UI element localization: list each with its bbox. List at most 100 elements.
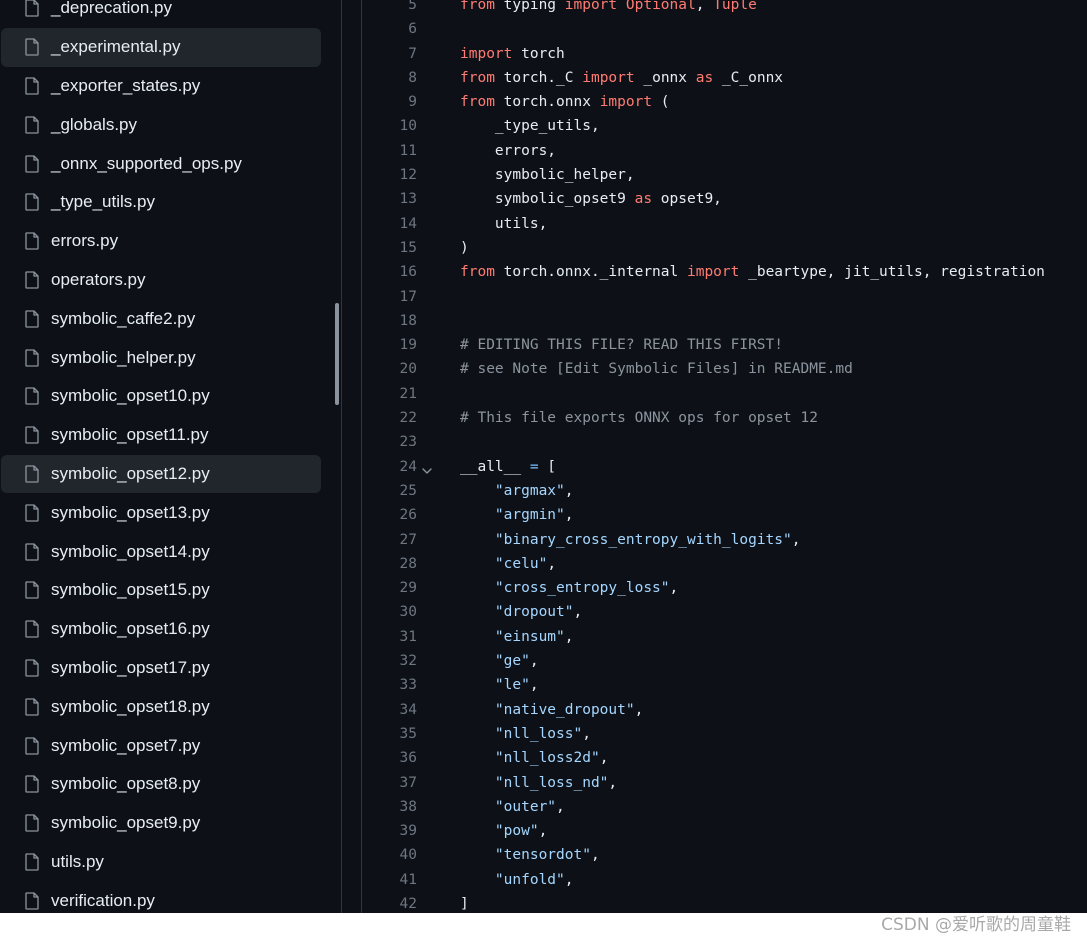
file-item[interactable]: _deprecation.py [1, 0, 321, 28]
line-number[interactable]: 13 [362, 187, 417, 211]
line-number[interactable]: 18 [362, 309, 417, 333]
line-number[interactable]: 14 [362, 212, 417, 236]
line-number[interactable]: 32 [362, 649, 417, 673]
code-token: "argmax" [494, 482, 565, 499]
file-icon [25, 232, 39, 250]
file-item[interactable]: symbolic_caffe2.py [1, 299, 321, 338]
file-item[interactable]: _type_utils.py [1, 183, 321, 222]
file-item[interactable]: symbolic_helper.py [1, 338, 321, 377]
line-number[interactable]: 10 [362, 114, 417, 138]
line-number[interactable]: 42 [362, 892, 417, 913]
line-number[interactable]: 33 [362, 673, 417, 697]
file-item[interactable]: symbolic_opset7.py [1, 726, 321, 765]
file-name: _globals.py [51, 114, 138, 134]
code-token: "ge" [494, 653, 530, 670]
line-number[interactable]: 11 [362, 139, 417, 163]
line-number[interactable]: 16 [362, 260, 417, 284]
line-number[interactable]: 27 [362, 528, 417, 552]
file-item[interactable]: symbolic_opset16.py [1, 610, 321, 649]
file-icon [25, 271, 39, 289]
code-text: utils, [460, 212, 547, 236]
line-number[interactable]: 9 [362, 90, 417, 114]
code-token: opset9, [652, 191, 722, 208]
code-text: "nll_loss2d", [460, 746, 609, 770]
file-name: symbolic_opset11.py [51, 425, 209, 445]
line-number[interactable]: 22 [362, 406, 417, 430]
file-item[interactable]: utils.py [1, 843, 321, 882]
line-number[interactable]: 23 [362, 430, 417, 454]
file-item[interactable]: symbolic_opset17.py [1, 649, 321, 688]
file-item[interactable]: symbolic_opset9.py [1, 804, 321, 843]
code-text: # see Note [Edit Symbolic Files] in READ… [460, 357, 853, 381]
line-number[interactable]: 19 [362, 333, 417, 357]
code-line: 20 # see Note [Edit Symbolic Files] in RE… [342, 357, 1087, 381]
file-item[interactable]: symbolic_opset10.py [1, 377, 321, 416]
chevron-down-icon[interactable] [421, 461, 433, 474]
file-item[interactable]: _onnx_supported_ops.py [1, 144, 321, 183]
file-icon [25, 465, 39, 483]
line-number[interactable]: 5 [362, 0, 417, 17]
code-text: "le", [460, 673, 539, 697]
sidebar-scrollbar[interactable] [335, 303, 339, 405]
line-number[interactable]: 31 [362, 625, 417, 649]
line-number[interactable]: 34 [362, 698, 417, 722]
file-icon [25, 814, 39, 832]
line-number[interactable]: 29 [362, 576, 417, 600]
code-token: import [599, 94, 653, 111]
line-number[interactable]: 36 [362, 746, 417, 770]
line-number[interactable]: 17 [362, 285, 417, 309]
code-line: 31 "einsum", [342, 625, 1087, 649]
line-number[interactable]: 8 [362, 66, 417, 90]
code-token: "unfold" [494, 871, 565, 888]
file-item[interactable]: errors.py [1, 222, 321, 261]
code-token: , [529, 653, 539, 670]
line-number[interactable]: 25 [362, 479, 417, 503]
file-item[interactable]: verification.py [1, 881, 321, 913]
line-number[interactable]: 41 [362, 868, 417, 892]
line-number[interactable]: 30 [362, 600, 417, 624]
code-text: __all__ = [ [460, 455, 556, 479]
line-number[interactable]: 24 [362, 455, 417, 479]
line-number[interactable]: 28 [362, 552, 417, 576]
line-number[interactable]: 15 [362, 236, 417, 260]
file-item[interactable]: symbolic_opset12.py [1, 454, 321, 494]
file-name: symbolic_opset10.py [51, 386, 210, 406]
line-number[interactable]: 35 [362, 722, 417, 746]
file-name: symbolic_opset8.py [51, 774, 201, 794]
file-item[interactable]: symbolic_opset13.py [1, 493, 321, 532]
file-item[interactable]: symbolic_opset11.py [1, 416, 321, 455]
line-number[interactable]: 12 [362, 163, 417, 187]
file-item[interactable]: symbolic_opset8.py [1, 765, 321, 804]
file-item[interactable]: symbolic_opset18.py [1, 687, 321, 726]
code-line: 42] [342, 892, 1087, 913]
line-number[interactable]: 20 [362, 357, 417, 381]
file-icon [25, 348, 39, 367]
code-line: 12 symbolic_helper, [342, 163, 1087, 187]
line-number[interactable]: 6 [362, 17, 417, 41]
file-item[interactable]: operators.py [1, 261, 321, 300]
file-item[interactable]: _experimental.py [1, 27, 321, 67]
line-number[interactable]: 26 [362, 503, 417, 527]
code-token: utils, [460, 215, 548, 232]
line-number[interactable]: 40 [362, 843, 417, 867]
code-token: symbolic_helper, [460, 167, 635, 184]
file-item[interactable]: symbolic_opset15.py [1, 571, 321, 610]
file-item[interactable]: _exporter_states.py [1, 67, 321, 106]
code-token: "nll_loss_nd" [494, 774, 609, 791]
line-number[interactable]: 7 [362, 42, 417, 66]
file-name: symbolic_opset14.py [51, 541, 210, 561]
file-icon [25, 77, 39, 95]
code-token: typing [494, 0, 565, 13]
line-number[interactable]: 37 [362, 771, 417, 795]
file-item[interactable]: symbolic_opset14.py [1, 532, 321, 571]
code-text: "einsum", [460, 625, 574, 649]
line-number[interactable]: 38 [362, 795, 417, 819]
line-number[interactable]: 39 [362, 819, 417, 843]
file-name: symbolic_opset15.py [51, 580, 210, 600]
line-number[interactable]: 21 [362, 382, 417, 406]
code-token: ) [460, 239, 469, 256]
file-name: _exporter_states.py [51, 75, 201, 95]
file-name: utils.py [51, 851, 104, 871]
file-item[interactable]: _globals.py [1, 105, 321, 144]
